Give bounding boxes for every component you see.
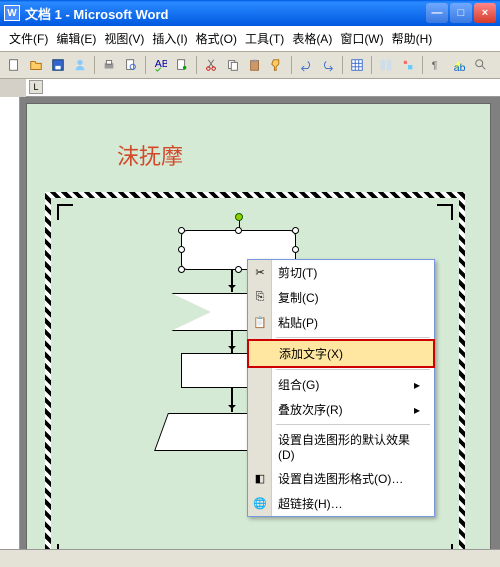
drawing-button[interactable] bbox=[398, 55, 418, 75]
close-button[interactable]: × bbox=[474, 3, 496, 23]
spell-button[interactable]: ABC bbox=[150, 55, 170, 75]
maximize-button[interactable]: □ bbox=[450, 3, 472, 23]
toolbar: ABC ¶ ab bbox=[0, 52, 500, 79]
resize-handle[interactable] bbox=[292, 227, 299, 234]
svg-text:¶: ¶ bbox=[432, 60, 438, 72]
menu-table[interactable]: 表格(A) bbox=[289, 29, 335, 48]
paste-icon: 📋 bbox=[252, 315, 268, 331]
word-icon: W bbox=[4, 5, 20, 21]
highlight-button[interactable]: ab bbox=[449, 55, 469, 75]
menu-insert[interactable]: 插入(I) bbox=[149, 29, 190, 48]
hyperlink-icon: 🌐 bbox=[252, 496, 268, 512]
ctx-copy[interactable]: ⎘复制(C) bbox=[248, 285, 434, 310]
titlebar: W 文档 1 - Microsoft Word — □ × bbox=[0, 0, 500, 26]
zoom-button[interactable] bbox=[471, 55, 491, 75]
crop-mark-icon bbox=[437, 544, 453, 549]
open-button[interactable] bbox=[26, 55, 46, 75]
connector-arrow[interactable] bbox=[231, 331, 233, 353]
menu-window[interactable]: 窗口(W) bbox=[337, 29, 386, 48]
paste-button[interactable] bbox=[245, 55, 265, 75]
ctx-format[interactable]: ◧设置自选图形格式(O)… bbox=[248, 466, 434, 491]
watermark-text: 沫抚摩 bbox=[117, 139, 183, 171]
cut-icon: ✂ bbox=[252, 265, 268, 281]
ctx-cut[interactable]: ✂剪切(T) bbox=[248, 260, 434, 285]
permission-button[interactable] bbox=[70, 55, 90, 75]
window-title: 文档 1 - Microsoft Word bbox=[25, 4, 426, 23]
connector-arrow[interactable] bbox=[231, 388, 233, 412]
columns-button[interactable] bbox=[376, 55, 396, 75]
context-menu: ✂剪切(T) ⎘复制(C) 📋粘贴(P) 添加文字(X) 组合(G)▸ 叠放次序… bbox=[247, 259, 435, 517]
page[interactable]: 沫抚摩 bbox=[26, 103, 491, 549]
print-button[interactable] bbox=[99, 55, 119, 75]
menu-edit[interactable]: 编辑(E) bbox=[53, 29, 99, 48]
cut-button[interactable] bbox=[201, 55, 221, 75]
shape-chevron[interactable] bbox=[171, 293, 251, 331]
show-marks-button[interactable]: ¶ bbox=[427, 55, 447, 75]
submenu-arrow-icon: ▸ bbox=[414, 378, 420, 392]
rotate-handle[interactable] bbox=[235, 213, 243, 221]
resize-handle[interactable] bbox=[178, 227, 185, 234]
submenu-arrow-icon: ▸ bbox=[414, 403, 420, 417]
preview-button[interactable] bbox=[121, 55, 141, 75]
ctx-add-text[interactable]: 添加文字(X) bbox=[247, 339, 435, 368]
menu-help[interactable]: 帮助(H) bbox=[389, 29, 436, 48]
resize-handle[interactable] bbox=[292, 246, 299, 253]
resize-handle[interactable] bbox=[235, 227, 242, 234]
format-icon: ◧ bbox=[252, 471, 268, 487]
resize-handle[interactable] bbox=[178, 266, 185, 273]
statusbar bbox=[0, 549, 500, 567]
format-painter-button[interactable] bbox=[267, 55, 287, 75]
menu-tools[interactable]: 工具(T) bbox=[242, 29, 287, 48]
ctx-paste[interactable]: 📋粘贴(P) bbox=[248, 310, 434, 335]
menubar: 文件(F) 编辑(E) 视图(V) 插入(I) 格式(O) 工具(T) 表格(A… bbox=[0, 26, 500, 52]
ctx-order[interactable]: 叠放次序(R)▸ bbox=[248, 397, 434, 422]
crop-mark-icon bbox=[57, 204, 73, 220]
redo-button[interactable] bbox=[318, 55, 338, 75]
insert-table-button[interactable] bbox=[347, 55, 367, 75]
save-button[interactable] bbox=[48, 55, 68, 75]
resize-handle[interactable] bbox=[178, 246, 185, 253]
crop-mark-icon bbox=[57, 544, 73, 549]
menu-format[interactable]: 格式(O) bbox=[193, 29, 240, 48]
menu-view[interactable]: 视图(V) bbox=[101, 29, 147, 48]
ctx-hyperlink[interactable]: 🌐超链接(H)… bbox=[248, 491, 434, 516]
undo-button[interactable] bbox=[296, 55, 316, 75]
ctx-defaults[interactable]: 设置自选图形的默认效果(D) bbox=[248, 427, 434, 466]
ruler-vertical[interactable] bbox=[0, 97, 20, 549]
copy-button[interactable] bbox=[223, 55, 243, 75]
connector-arrow[interactable] bbox=[231, 270, 233, 292]
crop-mark-icon bbox=[437, 204, 453, 220]
ruler-horizontal[interactable]: L bbox=[26, 79, 500, 97]
resize-handle[interactable] bbox=[235, 266, 242, 273]
tab-selector[interactable]: L bbox=[29, 80, 43, 94]
ctx-group[interactable]: 组合(G)▸ bbox=[248, 372, 434, 397]
copy-icon: ⎘ bbox=[252, 290, 268, 306]
minimize-button[interactable]: — bbox=[426, 3, 448, 23]
svg-text:ab: ab bbox=[454, 62, 466, 72]
research-button[interactable] bbox=[172, 55, 192, 75]
menu-file[interactable]: 文件(F) bbox=[6, 29, 51, 48]
document-area: 沫抚摩 bbox=[20, 97, 500, 549]
new-button[interactable] bbox=[4, 55, 24, 75]
